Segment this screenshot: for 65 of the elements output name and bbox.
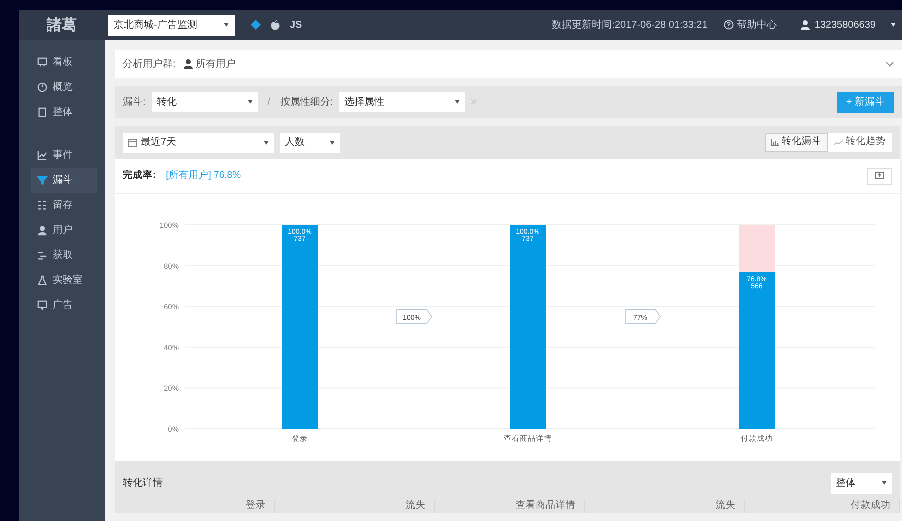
export-button[interactable] bbox=[867, 168, 892, 184]
column-header: 查看商品详情 bbox=[435, 499, 585, 513]
column-header: 付款成功 bbox=[745, 499, 900, 513]
project-select[interactable]: 京北商城-广告监测 bbox=[108, 14, 235, 36]
help-icon bbox=[724, 20, 734, 30]
line-chart-icon bbox=[834, 140, 843, 146]
caret-icon bbox=[882, 481, 887, 485]
sidebar-item[interactable]: 事件 bbox=[31, 143, 97, 168]
separator: / bbox=[268, 96, 271, 110]
column-header: 登录 bbox=[115, 499, 275, 513]
funnel-select[interactable]: 转化 bbox=[152, 92, 258, 112]
calendar-icon bbox=[128, 138, 137, 146]
user-icon bbox=[800, 20, 810, 30]
caret-icon bbox=[224, 23, 229, 27]
sidebar-item[interactable]: 广告 bbox=[31, 293, 97, 318]
apple-icon[interactable] bbox=[271, 20, 280, 30]
segment-value[interactable]: 所有用户 bbox=[184, 56, 236, 72]
sidebar-item[interactable]: 留存 bbox=[31, 193, 97, 218]
board-icon bbox=[37, 57, 48, 68]
help-link[interactable]: 帮助中心 bbox=[724, 18, 777, 32]
grid-icon bbox=[37, 200, 48, 211]
flask-icon bbox=[37, 275, 48, 286]
logo: 諸葛 bbox=[47, 14, 77, 36]
date-range-select[interactable]: 最近7天 bbox=[123, 132, 274, 152]
bar-chart-icon bbox=[771, 139, 779, 146]
diamond-icon[interactable] bbox=[251, 20, 261, 30]
acquire-icon bbox=[37, 250, 48, 261]
caret-icon bbox=[264, 140, 269, 144]
breakdown-select[interactable]: 整体 bbox=[831, 472, 892, 494]
caret-icon bbox=[455, 100, 460, 104]
line-chart-icon bbox=[37, 150, 48, 161]
user-menu[interactable]: 13235806639 bbox=[800, 18, 896, 32]
js-platform-tab[interactable]: JS bbox=[290, 18, 302, 32]
column-header: 流失 bbox=[275, 499, 435, 513]
split-label: 按属性细分: bbox=[280, 96, 334, 110]
column-header: 流失 bbox=[585, 499, 745, 513]
sidebar-item[interactable]: 用户 bbox=[31, 218, 97, 243]
caret-icon bbox=[248, 100, 253, 104]
user-icon bbox=[37, 225, 48, 236]
details-title: 转化详情 bbox=[123, 476, 163, 490]
completion-label: 完成率: bbox=[123, 168, 156, 183]
funnel-label: 漏斗: bbox=[123, 96, 146, 110]
update-time: 数据更新时间:2017-06-28 01:33:21 bbox=[552, 18, 708, 32]
user-icon bbox=[184, 59, 193, 69]
ad-icon bbox=[37, 300, 48, 311]
sidebar-item[interactable]: 实验室 bbox=[31, 268, 97, 293]
sidebar-item[interactable]: 获取 bbox=[31, 243, 97, 268]
tablet-icon bbox=[37, 107, 48, 118]
drop-off-bar bbox=[739, 225, 775, 272]
sidebar-item[interactable]: 看板 bbox=[31, 50, 97, 75]
sidebar-item[interactable]: 概览 bbox=[31, 75, 97, 100]
completion-rate: [所有用户] 76.8% bbox=[166, 168, 242, 183]
gauge-icon bbox=[37, 82, 48, 93]
funnel-icon bbox=[37, 175, 48, 186]
chevron-down-icon[interactable] bbox=[886, 62, 894, 66]
attribute-select[interactable]: 选择属性 bbox=[339, 92, 466, 112]
view-tab[interactable]: 转化趋势 bbox=[828, 133, 892, 152]
metric-select[interactable]: 人数 bbox=[280, 132, 340, 152]
export-icon bbox=[875, 172, 884, 180]
sidebar-item[interactable]: 漏斗 bbox=[31, 168, 97, 193]
segment-label: 分析用户群: bbox=[123, 58, 176, 72]
caret-icon bbox=[330, 140, 335, 144]
sidebar-item[interactable]: 整体 bbox=[31, 100, 97, 125]
view-tab[interactable]: 转化漏斗 bbox=[765, 133, 828, 152]
caret-icon bbox=[891, 23, 896, 27]
